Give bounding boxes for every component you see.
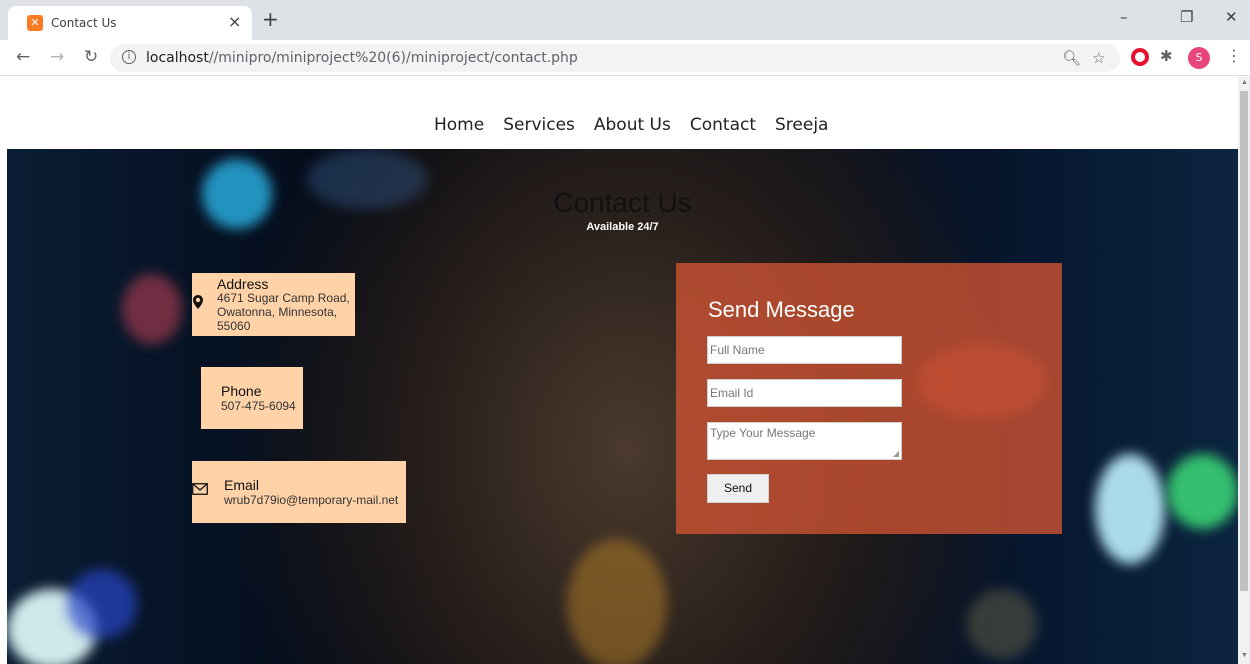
send-message-form: Send Message Full Name Email Id Type You…: [676, 263, 1062, 534]
restore-icon[interactable]: ❐: [1180, 8, 1193, 26]
puzzle-icon[interactable]: ✱: [1160, 47, 1173, 65]
nav-services[interactable]: Services: [503, 115, 575, 135]
xampp-favicon-icon: ✕: [27, 15, 43, 31]
email-input[interactable]: Email Id: [707, 379, 902, 407]
tab-title: Contact Us: [51, 16, 117, 30]
bokeh-light: [567, 539, 667, 664]
scroll-up-icon[interactable]: ▲: [1241, 79, 1248, 86]
map-pin-icon: [193, 295, 203, 312]
info-icon[interactable]: i: [122, 50, 136, 64]
close-icon[interactable]: ✕: [1225, 8, 1238, 26]
avatar[interactable]: S: [1188, 47, 1210, 69]
form-title: Send Message: [708, 297, 855, 322]
full-name-input[interactable]: Full Name: [707, 336, 902, 364]
opera-icon[interactable]: [1131, 48, 1149, 66]
minimize-icon[interactable]: –: [1120, 8, 1128, 26]
send-button[interactable]: Send: [707, 474, 769, 503]
browser-tab[interactable]: ✕ Contact Us ×: [8, 6, 252, 40]
bokeh-light: [122, 274, 182, 344]
email-card: Email wrub7d79io@temporary-mail.net: [192, 461, 406, 523]
reload-icon[interactable]: ↻: [84, 47, 98, 67]
new-tab-button[interactable]: +: [262, 7, 279, 31]
nav-about-us[interactable]: About Us: [594, 115, 671, 135]
envelope-icon: [192, 482, 208, 498]
nav-user[interactable]: Sreeja: [775, 115, 828, 135]
address-line-1: 4671 Sugar Camp Road,: [217, 291, 350, 305]
nav-home[interactable]: Home: [434, 115, 484, 135]
address-card: Address 4671 Sugar Camp Road, Owatonna, …: [192, 273, 355, 336]
address-line-2: Owatonna, Minnesota,: [217, 305, 338, 319]
browser-tab-strip: ✕ Contact Us × + – ❐ ✕: [0, 0, 1250, 40]
forward-icon[interactable]: →: [50, 47, 64, 67]
tab-close-icon[interactable]: ×: [228, 12, 241, 31]
scrollbar-thumb[interactable]: [1240, 91, 1248, 591]
back-icon[interactable]: ←: [16, 47, 30, 67]
message-placeholder: Type Your Message: [710, 426, 816, 440]
phone-value: 507-475-6094: [221, 399, 296, 413]
email-label: Email: [224, 477, 260, 493]
scroll-down-icon[interactable]: ▼: [1241, 652, 1248, 659]
page-title: Contact Us: [553, 187, 692, 218]
phone-label: Phone: [221, 383, 262, 399]
nav-contact[interactable]: Contact: [690, 115, 756, 135]
page-subtitle: Available 24/7: [586, 221, 659, 233]
menu-icon[interactable]: ⋮: [1226, 46, 1242, 65]
url-text: localhost//minipro/miniproject%20(6)/min…: [146, 50, 578, 66]
email-value: wrub7d79io@temporary-mail.net: [224, 493, 399, 507]
bokeh-light: [1095, 454, 1165, 564]
resize-grip-icon[interactable]: ◢: [893, 449, 899, 458]
address-line-3: 55060: [217, 319, 251, 333]
address-bar[interactable]: i localhost//minipro/miniproject%20(6)/m…: [110, 44, 1120, 72]
zoom-icon[interactable]: 🔍︎: [1062, 49, 1081, 67]
phone-icon: ✆: [191, 365, 202, 379]
bokeh-light: [67, 569, 137, 639]
browser-toolbar: ← → ↻ i localhost//minipro/miniproject%2…: [0, 40, 1250, 76]
phone-card: Phone 507-475-6094: [201, 367, 303, 429]
star-icon[interactable]: ☆: [1092, 49, 1105, 67]
page-scrollbar[interactable]: ▲ ▼: [1238, 77, 1250, 664]
site-nav: Home Services About Us Contact Sreeja: [0, 77, 1238, 149]
message-textarea[interactable]: Type Your Message ◢: [707, 422, 902, 460]
page-viewport: Home Services About Us Contact Sreeja Co…: [0, 77, 1238, 664]
bokeh-light: [967, 589, 1037, 659]
bokeh-light: [1167, 454, 1238, 529]
address-label: Address: [217, 276, 269, 292]
contact-hero: Contact Us Available 24/7 Address 4671 S…: [7, 149, 1238, 664]
